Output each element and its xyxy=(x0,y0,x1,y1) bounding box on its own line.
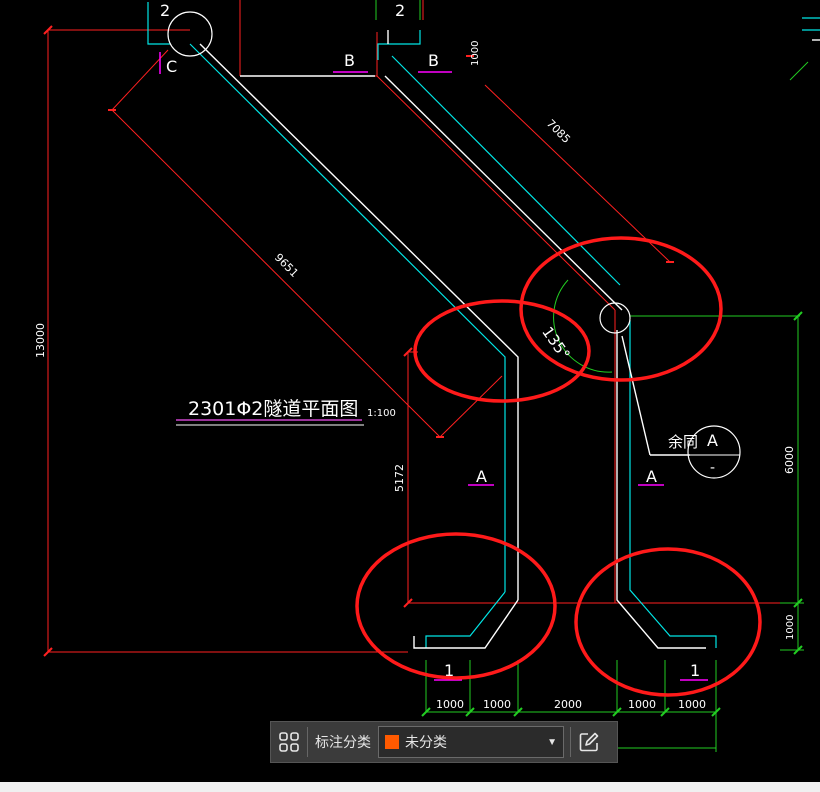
grid-label-c: C xyxy=(166,57,177,76)
grid-button[interactable] xyxy=(271,722,307,762)
edit-button[interactable] xyxy=(571,722,607,762)
grid-circle xyxy=(167,11,213,57)
annotation-category-label: 标注分类 xyxy=(315,735,371,751)
white-outline-lines xyxy=(199,30,820,649)
category-color-swatch xyxy=(385,735,399,749)
dim-6000: 6000 xyxy=(783,446,796,474)
highlight-ellipses xyxy=(355,236,762,697)
section-mark-a1: A xyxy=(476,467,487,486)
category-select[interactable]: 未分类 ▼ xyxy=(378,726,564,758)
dim-5172: 5172 xyxy=(393,464,406,492)
edit-icon xyxy=(579,732,599,752)
dim-7085: 7085 xyxy=(544,117,573,146)
dim-9651: 9651 xyxy=(272,251,301,280)
section-callout-top: A xyxy=(707,431,718,450)
dim-13000: 13000 xyxy=(34,323,47,358)
red-dimension-lines xyxy=(47,0,800,653)
angle-label: 135° xyxy=(538,323,573,363)
dim-bottom-1: 1000 xyxy=(436,698,464,711)
dim-bottom-4: 1000 xyxy=(628,698,656,711)
section-mark-1b: 1 xyxy=(690,661,700,680)
dim-bottom-2: 1000 xyxy=(483,698,511,711)
category-select-value: 未分类 xyxy=(405,735,447,751)
bottom-status-strip xyxy=(0,782,820,792)
dim-bottom-3: 2000 xyxy=(554,698,582,711)
toolbar-separator xyxy=(307,727,308,757)
note-text: 余同 xyxy=(668,433,698,451)
cad-canvas[interactable]: 2 2 C B B A A 1 1 2301Φ2隧道平面图 1:100 余同 A… xyxy=(0,0,820,782)
section-mark-a2: A xyxy=(646,467,657,486)
section-mark-b2: B xyxy=(428,51,439,70)
chevron-down-icon[interactable]: ▼ xyxy=(547,737,557,748)
section-callout-bottom: - xyxy=(710,460,715,476)
drawing-svg: 2 2 C B B A A 1 1 2301Φ2隧道平面图 1:100 余同 A… xyxy=(34,0,820,752)
red-dimension-ticks xyxy=(43,25,674,657)
grid-label-2a: 2 xyxy=(160,1,170,20)
dim-1000-top: 1000 xyxy=(470,41,481,66)
drawing-scale: 1:100 xyxy=(367,408,396,419)
drawing-title: 2301Φ2隧道平面图 xyxy=(188,398,358,420)
dimension-ticks xyxy=(421,311,803,717)
grid-icon xyxy=(279,732,299,752)
annotation-toolbar: 标注分类 未分类 ▼ xyxy=(270,721,618,763)
dim-1000-right: 1000 xyxy=(785,615,796,640)
dim-bottom-5: 1000 xyxy=(678,698,706,711)
section-mark-b1: B xyxy=(344,51,355,70)
grid-label-2b: 2 xyxy=(395,1,405,20)
